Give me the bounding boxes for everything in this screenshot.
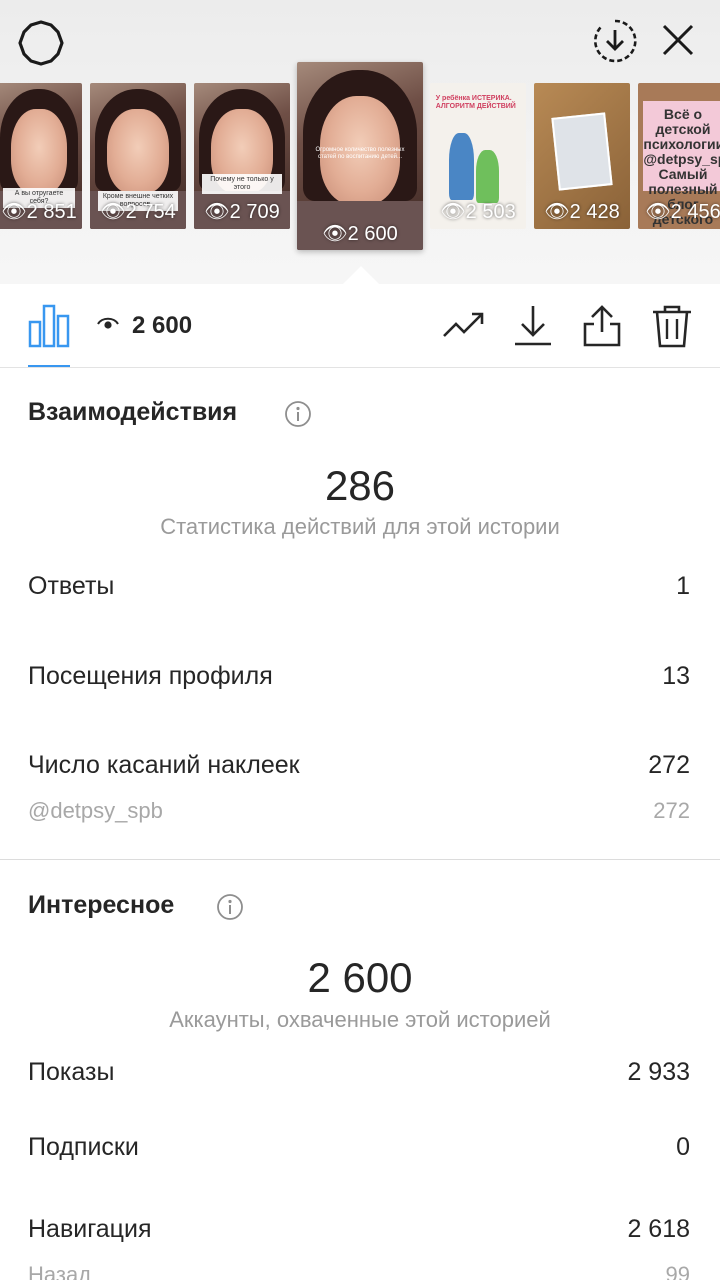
- story-thumbnail[interactable]: Почему не только у этого 👁2 709: [194, 83, 290, 229]
- story-thumbnail[interactable]: 👁2 428: [534, 83, 630, 229]
- interactions-total: 286: [324, 462, 396, 509]
- metric-value-navigation: 2 618: [627, 1215, 690, 1243]
- metric-value-sticker-taps: 272: [648, 751, 690, 779]
- metric-label-follows: Подписки: [28, 1133, 139, 1161]
- selected-story-pointer: [343, 266, 379, 284]
- story-thumbnail-strip: А вы отругаете себя? 👁2 851 Кроме внешне…: [0, 62, 720, 262]
- sticker-mention-value: 272: [653, 798, 690, 823]
- story-strip-header: А вы отругаете себя? 👁2 851 Кроме внешне…: [0, 0, 720, 284]
- section-divider: [0, 859, 720, 860]
- bar-chart-icon[interactable]: [28, 302, 70, 348]
- story-views: 👁2 754: [100, 201, 176, 223]
- story-thumbnail[interactable]: У ребёнка ИСТЕРИКА. АЛГОРИТМ ДЕЙСТВИЙ 👁2…: [430, 83, 526, 229]
- metric-label-replies: Ответы: [28, 572, 115, 600]
- sticker-mention-label: @detpsy_spb: [28, 798, 163, 823]
- story-views: 👁2 600: [322, 223, 398, 245]
- story-caption: У ребёнка ИСТЕРИКА. АЛГОРИТМ ДЕЙСТВИЙ: [435, 94, 516, 110]
- section-title-discovery: Интересное: [28, 891, 175, 919]
- story-views: 👁2 428: [544, 201, 620, 223]
- section-title-interactions: Взаимодействия: [28, 398, 238, 426]
- discovery-total: 2 600: [307, 954, 413, 1001]
- metric-label-profile-visits: Посещения профиля: [28, 662, 273, 690]
- trend-up-icon[interactable]: [442, 304, 486, 348]
- download-icon[interactable]: [511, 304, 555, 348]
- story-views: 👁2 709: [204, 201, 280, 223]
- metric-value-profile-visits: 13: [662, 662, 690, 690]
- active-tab-indicator: [28, 365, 70, 367]
- info-icon[interactable]: [216, 893, 244, 921]
- navigation-back-label: Назад: [28, 1262, 92, 1280]
- trash-icon[interactable]: [650, 304, 694, 348]
- story-thumbnail[interactable]: Всё о детской психологии @detpsy_spb Сам…: [638, 83, 720, 229]
- discovery-subtitle: Аккаунты, охваченные этой историей: [169, 1007, 551, 1032]
- metric-label-navigation: Навигация: [28, 1215, 152, 1243]
- story-views: 👁2 851: [1, 201, 77, 223]
- eye-icon: [97, 317, 119, 329]
- metric-label-impressions: Показы: [28, 1058, 115, 1086]
- settings-gear-icon[interactable]: [18, 20, 64, 66]
- close-icon[interactable]: [658, 20, 698, 60]
- metric-value-replies: 1: [676, 572, 690, 600]
- story-caption: Всё о детской психологии @detpsy_spb Сам…: [643, 100, 720, 229]
- insights-toolbar: 2 600: [0, 284, 720, 368]
- info-icon[interactable]: [284, 400, 312, 428]
- interactions-subtitle: Статистика действий для этой истории: [160, 514, 560, 539]
- navigation-back-value: 99: [665, 1262, 690, 1280]
- metric-value-impressions: 2 933: [627, 1058, 690, 1086]
- metric-value-follows: 0: [676, 1133, 690, 1161]
- story-views: 👁2 456: [645, 201, 720, 223]
- story-thumbnail[interactable]: Кроме внешне четких вопросов... 👁2 754: [90, 83, 186, 229]
- views-count: 2 600: [132, 312, 193, 339]
- story-thumbnail-selected[interactable]: Огромное количество полезных статей по в…: [297, 62, 423, 250]
- metric-label-sticker-taps: Число касаний наклеек: [28, 751, 300, 779]
- share-icon[interactable]: [580, 304, 624, 348]
- story-views: 👁2 503: [440, 201, 516, 223]
- download-circle-icon[interactable]: [592, 18, 638, 64]
- story-thumbnail[interactable]: А вы отругаете себя? 👁2 851: [0, 83, 82, 229]
- story-caption: Почему не только у этого: [201, 173, 283, 194]
- story-caption: Огромное количество полезных статей по в…: [315, 146, 405, 160]
